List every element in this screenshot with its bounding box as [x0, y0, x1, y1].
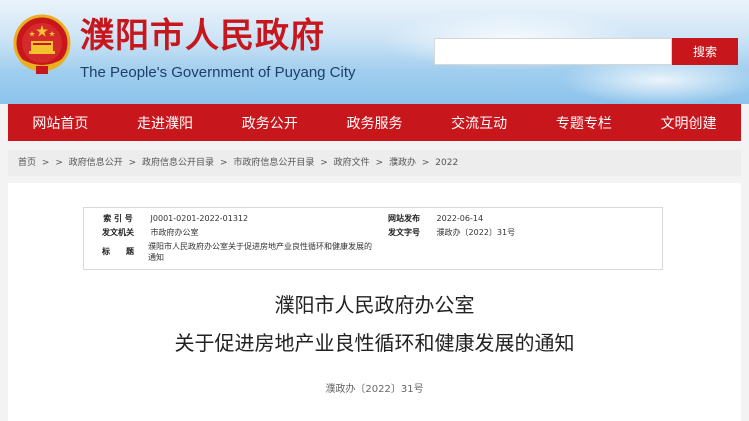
breadcrumb-link-puzhengban[interactable]: 濮政办 — [389, 158, 416, 168]
breadcrumb-separator: > — [55, 158, 63, 168]
search-input[interactable] — [434, 38, 672, 65]
breadcrumb-separator: > — [128, 158, 137, 168]
breadcrumb-link-city-catalog[interactable]: 市政府信息公开目录 — [233, 158, 314, 168]
main-content: 索 引 号 J0001-0201-2022-01312 网站发布 2022-06… — [8, 183, 741, 421]
site-header: 濮阳市人民政府 The People's Government of Puyan… — [0, 0, 749, 104]
meta-label-index: 索 引 号 — [103, 214, 133, 223]
breadcrumb-link-disclosure-catalog[interactable]: 政府信息公开目录 — [142, 158, 214, 168]
nav-item-home[interactable]: 网站首页 — [32, 113, 88, 133]
breadcrumb: 首页 > > 政府信息公开 > 政府信息公开目录 > 市政府信息公开目录 > 政… — [8, 150, 741, 176]
document-title-line1: 濮阳市人民政府办公室 — [274, 293, 475, 317]
meta-value-docno: 濮政办〔2022〕31号 — [436, 228, 516, 237]
breadcrumb-separator: > — [320, 158, 328, 168]
nav-item-about-puyang[interactable]: 走进濮阳 — [137, 113, 193, 133]
meta-label-org: 发文机关 — [102, 228, 134, 237]
national-emblem-icon — [13, 14, 71, 74]
breadcrumb-separator: > — [375, 158, 384, 168]
meta-label-docno: 发文字号 — [388, 228, 420, 237]
search-button[interactable]: 搜索 — [672, 38, 738, 65]
breadcrumb-separator: > — [421, 158, 430, 168]
meta-label-title: 标 题 — [102, 247, 134, 256]
main-nav: 网站首页 走进濮阳 政务公开 政务服务 交流互动 专题专栏 文明创建 — [8, 104, 741, 141]
meta-value-title: 濮阳市人民政府办公室关于促进房地产业良性循环和健康发展的通知 — [148, 242, 372, 262]
breadcrumb-link-home[interactable]: 首页 — [18, 158, 36, 168]
document-metadata-box: 索 引 号 J0001-0201-2022-01312 网站发布 2022-06… — [83, 207, 663, 270]
nav-item-civilization[interactable]: 文明创建 — [661, 113, 717, 133]
meta-row-title: 标 题 — [94, 246, 142, 257]
meta-row-index: 索 引 号 J0001-0201-2022-01312 — [94, 213, 248, 224]
breadcrumb-link-info-disclosure[interactable]: 政府信息公开 — [69, 158, 123, 168]
nav-item-government-services[interactable]: 政务服务 — [346, 113, 402, 133]
nav-item-interaction[interactable]: 交流互动 — [451, 113, 507, 133]
meta-label-date: 网站发布 — [388, 214, 420, 223]
meta-row-docno: 发文字号 濮政办〔2022〕31号 — [380, 227, 515, 238]
breadcrumb-separator: > — [41, 158, 50, 168]
breadcrumb-link-2022[interactable]: 2022 — [435, 158, 458, 168]
meta-value-index: J0001-0201-2022-01312 — [150, 214, 249, 223]
meta-row-org: 发文机关 市政府办公室 — [94, 227, 199, 238]
document-number: 濮政办〔2022〕31号 — [325, 384, 424, 395]
document-title-line2: 关于促进房地产业良性循环和健康发展的通知 — [174, 331, 575, 355]
site-title: 濮阳市人民政府 — [80, 16, 325, 56]
breadcrumb-separator: > — [219, 158, 228, 168]
meta-value-org: 市政府办公室 — [150, 228, 199, 237]
meta-value-date: 2022-06-14 — [436, 214, 484, 223]
meta-row-date: 网站发布 2022-06-14 — [380, 213, 483, 224]
site-subtitle: The People's Government of Puyang City — [80, 64, 356, 81]
nav-item-special-topics[interactable]: 专题专栏 — [556, 113, 612, 133]
breadcrumb-link-gov-documents[interactable]: 政府文件 — [334, 158, 370, 168]
nav-item-government-affairs-disclosure[interactable]: 政务公开 — [242, 113, 298, 133]
